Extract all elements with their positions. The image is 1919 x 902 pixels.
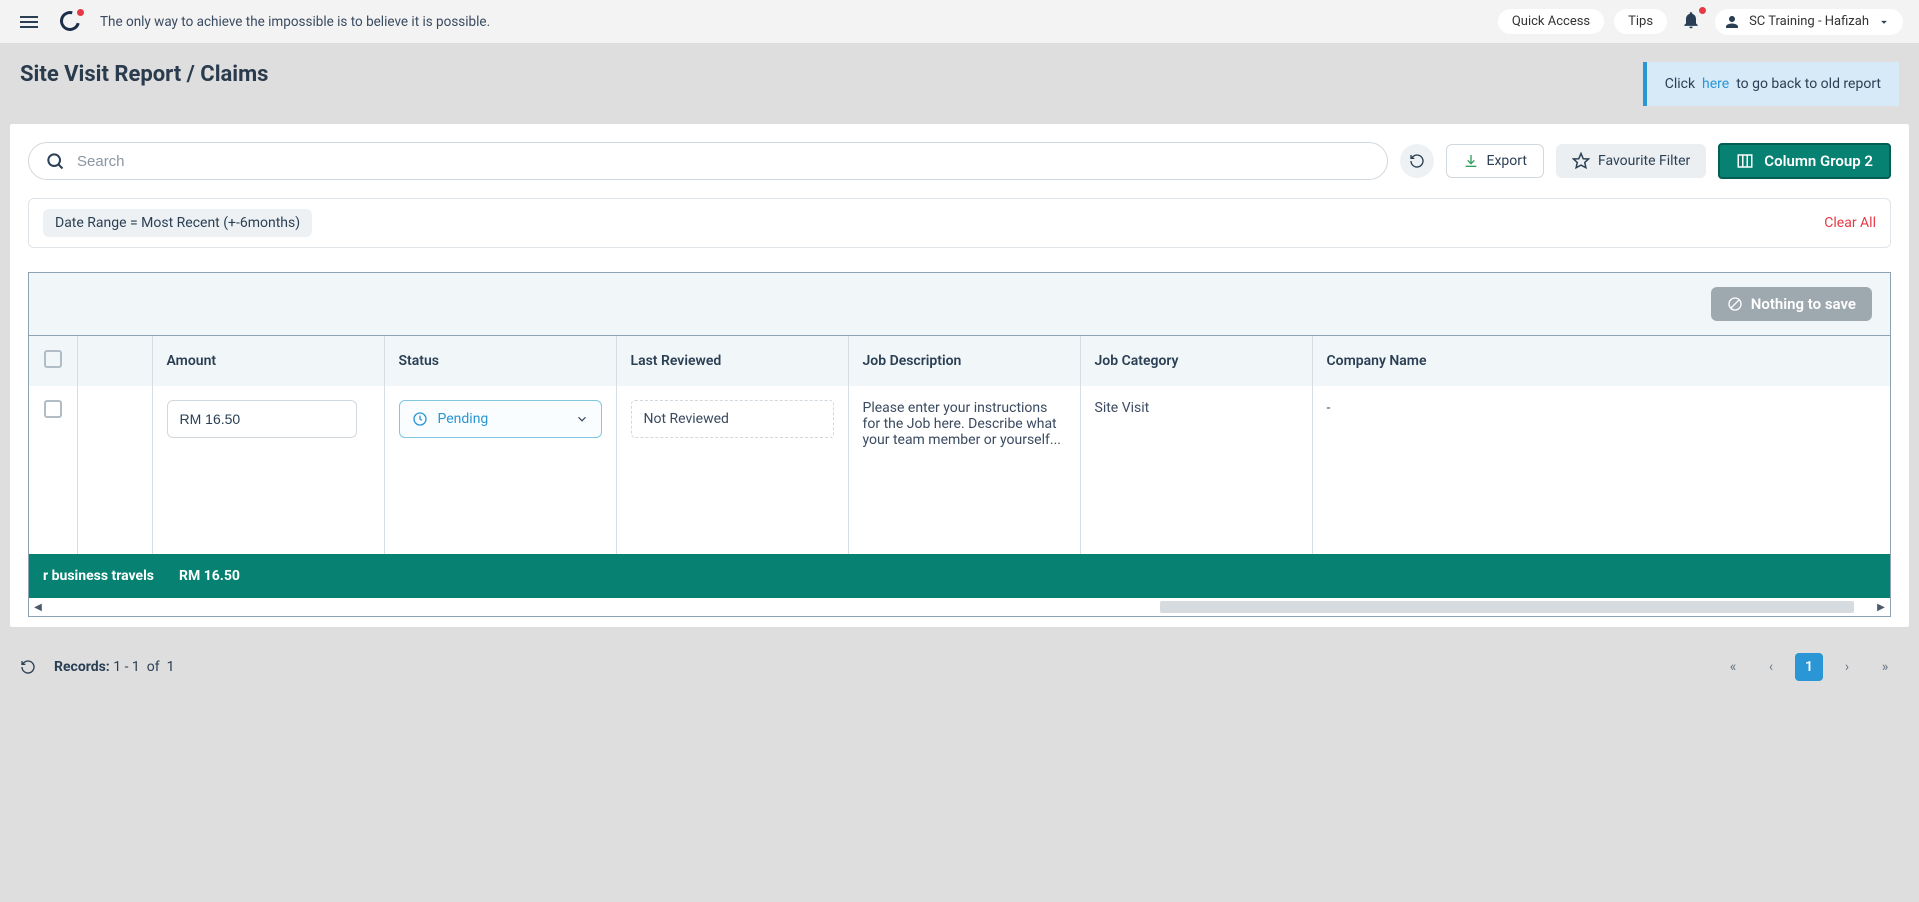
export-button[interactable]: Export <box>1446 144 1544 178</box>
pager: « ‹ 1 › » <box>1719 653 1899 681</box>
scroll-left-arrow[interactable]: ◀ <box>29 602 47 613</box>
cell-last-reviewed: Not Reviewed <box>616 386 848 554</box>
data-table: Amount Status Last Reviewed Job Descript… <box>29 336 1890 554</box>
amount-input[interactable] <box>167 400 357 438</box>
refresh-footer-button[interactable] <box>20 659 36 675</box>
pager-last[interactable]: » <box>1871 653 1899 681</box>
header-job-description[interactable]: Job Description <box>848 336 1080 386</box>
pager-prev[interactable]: ‹ <box>1757 653 1785 681</box>
filter-chip-date-range[interactable]: Date Range = Most Recent (+-6months) <box>43 209 312 237</box>
export-label: Export <box>1487 153 1527 169</box>
scroll-right-arrow[interactable]: ▶ <box>1872 602 1890 613</box>
notice-pre: Click <box>1665 76 1695 92</box>
header-company-name[interactable]: Company Name <box>1312 336 1890 386</box>
cell-job-description[interactable]: Please enter your instructions for the J… <box>848 386 1080 554</box>
save-bar: Nothing to save <box>29 273 1890 336</box>
columns-icon <box>1736 152 1754 170</box>
total-amount: RM 16.50 <box>154 568 240 584</box>
notifications-button[interactable] <box>1677 8 1705 36</box>
search-wrap <box>28 142 1388 180</box>
records-total: 1 <box>167 659 175 675</box>
header-last-reviewed[interactable]: Last Reviewed <box>616 336 848 386</box>
user-menu[interactable]: SC Training - Hafizah <box>1715 9 1903 35</box>
chevron-down-icon <box>1877 15 1891 29</box>
block-icon <box>1727 296 1743 312</box>
cell-blank <box>77 386 152 554</box>
pagination-footer: Records: 1 - 1 of 1 « ‹ 1 › » <box>0 637 1919 711</box>
records-label: Records: <box>54 659 110 675</box>
user-label: SC Training - Hafizah <box>1749 14 1869 29</box>
horizontal-scrollbar[interactable]: ◀ ▶ <box>29 598 1890 616</box>
records-of: of <box>147 659 160 675</box>
old-report-notice: Click here to go back to old report <box>1643 62 1899 106</box>
table-wrap: Nothing to save Amount Statu <box>28 272 1891 617</box>
menu-toggle-button[interactable] <box>16 12 42 32</box>
header-checkbox-col <box>29 336 77 386</box>
cell-status: Pending <box>384 386 616 554</box>
nothing-to-save-label: Nothing to save <box>1751 295 1856 313</box>
cell-job-category: Site Visit <box>1080 386 1312 554</box>
search-input[interactable] <box>77 153 1371 170</box>
total-label-fragment: r business travels <box>43 568 154 584</box>
header-status[interactable]: Status <box>384 336 616 386</box>
header-amount[interactable]: Amount <box>152 336 384 386</box>
chevron-down-icon <box>575 412 589 426</box>
user-icon <box>1723 13 1741 31</box>
bell-icon <box>1681 10 1701 30</box>
scroll-thumb[interactable] <box>1160 601 1854 613</box>
status-label: Pending <box>438 411 489 427</box>
tagline-text: The only way to achieve the impossible i… <box>100 14 1480 30</box>
clear-all-filters[interactable]: Clear All <box>1824 215 1876 231</box>
status-select[interactable]: Pending <box>399 400 602 438</box>
header-job-category[interactable]: Job Category <box>1080 336 1312 386</box>
pager-page-current[interactable]: 1 <box>1795 653 1823 681</box>
quick-access-button[interactable]: Quick Access <box>1498 9 1604 34</box>
clock-icon <box>412 411 428 427</box>
filter-bar: Date Range = Most Recent (+-6months) Cle… <box>28 198 1891 248</box>
topbar: The only way to achieve the impossible i… <box>0 0 1919 44</box>
pager-next[interactable]: › <box>1833 653 1861 681</box>
table-header-row: Amount Status Last Reviewed Job Descript… <box>29 336 1890 386</box>
favourite-filter-label: Favourite Filter <box>1598 153 1690 169</box>
toolbar: Export Favourite Filter Column Group 2 <box>28 142 1891 180</box>
last-reviewed-value[interactable]: Not Reviewed <box>631 400 834 438</box>
scroll-track[interactable] <box>47 601 1872 613</box>
notice-post: to go back to old report <box>1736 76 1881 92</box>
column-group-button[interactable]: Column Group 2 <box>1718 143 1891 179</box>
column-group-label: Column Group 2 <box>1764 152 1873 170</box>
cell-amount <box>152 386 384 554</box>
records-info: Records: 1 - 1 of 1 <box>54 659 174 675</box>
cell-company-name: - <box>1312 386 1890 554</box>
app-logo[interactable] <box>60 11 82 33</box>
refresh-button[interactable] <box>1400 144 1434 178</box>
row-checkbox[interactable] <box>44 400 62 418</box>
nothing-to-save-button: Nothing to save <box>1711 287 1872 321</box>
page-title: Site Visit Report / Claims <box>20 62 268 87</box>
download-icon <box>1463 153 1479 169</box>
records-range: 1 - 1 <box>113 659 140 675</box>
main-panel: Export Favourite Filter Column Group 2 D… <box>10 124 1909 627</box>
search-icon <box>45 151 65 171</box>
notification-dot <box>1699 7 1706 14</box>
star-icon <box>1572 152 1590 170</box>
title-row: Site Visit Report / Claims Click here to… <box>0 44 1919 124</box>
old-report-link[interactable]: here <box>1702 76 1729 92</box>
pager-first[interactable]: « <box>1719 653 1747 681</box>
select-all-checkbox[interactable] <box>44 350 62 368</box>
header-blank-col <box>77 336 152 386</box>
total-row: r business travels RM 16.50 <box>29 554 1890 598</box>
table-row: Pending Not Reviewed Please enter your i… <box>29 386 1890 554</box>
favourite-filter-button[interactable]: Favourite Filter <box>1556 144 1706 178</box>
refresh-icon <box>1409 153 1425 169</box>
tips-button[interactable]: Tips <box>1614 9 1667 34</box>
